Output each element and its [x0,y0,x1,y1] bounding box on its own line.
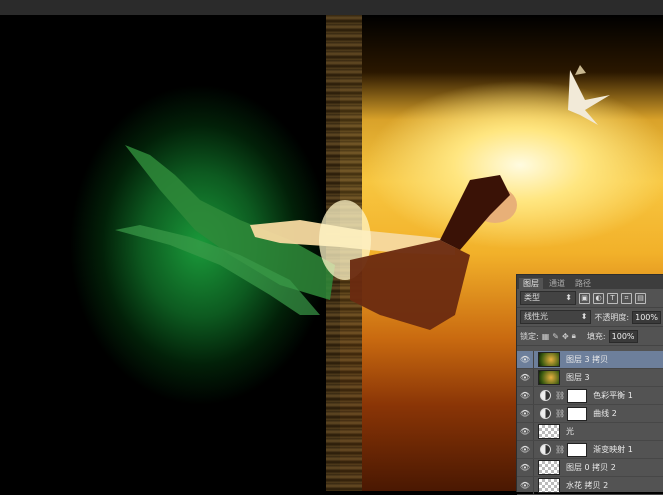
lock-row: 锁定: ▦ ✎ ✥ 🔒︎ 填充: 100% [517,327,663,346]
shape-filter-icon[interactable]: ⌗ [621,292,632,304]
layer-row[interactable]: 👁︎ 水花 拷贝 2 [517,477,663,495]
filter-row: 类型 ⬍ ▣ ◐ T ⌗ ▤ [517,289,663,308]
layer-name: 渐变映射 1 [593,445,633,454]
layer-list: 👁︎ 图层 3 拷贝 👁︎ 图层 3 👁︎ ⛓︎ 色彩平衡 1 👁︎ ⛓︎ 曲线… [517,351,663,495]
image-filter-icon[interactable]: ▣ [579,292,590,304]
opacity-input[interactable]: 100% [632,310,661,324]
fill-input[interactable]: 100% [608,329,638,343]
lock-brush-icon[interactable]: ✎ [552,332,559,341]
layer-name: 图层 3 [566,373,590,382]
chevron-down-icon: ⬍ [580,312,588,321]
layer-thumbnail [538,460,560,475]
blend-mode-select[interactable]: 线性光 ⬍ [520,310,592,324]
layer-name: 色彩平衡 1 [593,391,633,400]
fill-label: 填充: [586,331,606,341]
lock-label: 锁定: [520,331,539,341]
layer-mask-thumbnail [567,406,588,421]
text-filter-icon[interactable]: T [607,292,618,304]
layer-name: 图层 3 拷贝 [566,355,609,364]
layer-row[interactable]: 👁︎ 图层 3 拷贝 [517,351,663,369]
layer-mask-thumbnail [567,388,588,403]
eye-icon[interactable]: 👁︎ [519,373,531,382]
eye-icon[interactable]: 👁︎ [519,427,531,436]
eye-icon[interactable]: 👁︎ [519,445,531,454]
filter-kind-select[interactable]: 类型 ⬍ [520,291,576,305]
tab-channels[interactable]: 通道 [545,278,569,289]
layer-name: 曲线 2 [593,409,617,418]
adjustment-filter-icon[interactable]: ◐ [593,292,604,304]
layer-thumbnail [538,370,560,385]
tab-layers[interactable]: 图层 [519,278,543,289]
link-icon[interactable]: ⛓︎ [555,409,565,418]
eye-icon[interactable]: 👁︎ [519,391,531,400]
lock-move-icon[interactable]: ✥ [562,332,569,341]
layer-row[interactable]: 👁︎ ⛓︎ 渐变映射 1 [517,441,663,459]
layer-row[interactable]: 👁︎ 图层 0 拷贝 2 [517,459,663,477]
layer-row[interactable]: 👁︎ 光 [517,423,663,441]
chevron-down-icon: ⬍ [565,293,572,302]
top-menu-bar [0,0,663,15]
layer-row[interactable]: 👁︎ 图层 3 [517,369,663,387]
layer-name: 图层 0 拷贝 2 [566,463,616,472]
blend-mode-label: 线性光 [524,312,548,321]
panel-tab-bar: 图层 通道 路径 [517,275,663,289]
link-icon[interactable]: ⛓︎ [555,445,565,454]
layer-mask-thumbnail [567,442,588,457]
layer-name: 水花 拷贝 2 [566,481,609,490]
layer-name: 光 [566,427,574,436]
layer-row[interactable]: 👁︎ ⛓︎ 曲线 2 [517,405,663,423]
layer-row[interactable]: 👁︎ ⛓︎ 色彩平衡 1 [517,387,663,405]
lock-transparent-icon[interactable]: ▦ [542,332,550,341]
adjustment-icon [540,390,551,401]
opacity-label: 不透明度: [594,312,630,322]
adjustment-icon [540,408,551,419]
layer-thumbnail [538,352,560,367]
blend-row: 线性光 ⬍ 不透明度: 100% [517,308,663,327]
link-icon[interactable]: ⛓︎ [555,391,565,400]
eye-icon[interactable]: 👁︎ [519,463,531,472]
eye-icon[interactable]: 👁︎ [519,481,531,490]
lock-all-icon[interactable]: 🔒︎ [572,331,576,341]
tab-paths[interactable]: 路径 [571,278,595,289]
smart-object-filter-icon[interactable]: ▤ [635,292,646,304]
layers-panel: 图层 通道 路径 类型 ⬍ ▣ ◐ T ⌗ ▤ 线性光 ⬍ 不透明度: 100%… [516,274,663,495]
filter-kind-label: 类型 [524,293,540,302]
layer-thumbnail [538,424,560,439]
eye-icon[interactable]: 👁︎ [519,355,531,364]
adjustment-icon [540,444,551,455]
eye-icon[interactable]: 👁︎ [519,409,531,418]
